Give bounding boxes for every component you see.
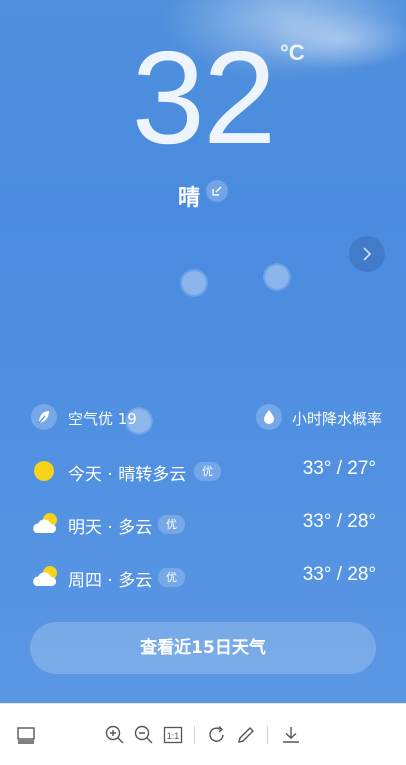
forecast-row-thursday[interactable]: 周四 · 多云 优 33° / 28° xyxy=(0,558,406,598)
touch-indicator xyxy=(265,265,289,289)
air-quality-badge: 优 xyxy=(158,515,185,534)
sun-icon xyxy=(30,458,60,484)
leaf-icon xyxy=(31,404,57,430)
actual-size-label: 1:1 xyxy=(167,731,180,741)
edit-icon[interactable] xyxy=(234,723,258,747)
current-temperature: 32 xyxy=(131,24,277,171)
view-15-day-forecast-button[interactable]: 查看近15日天气 xyxy=(30,622,376,674)
forecast-day-label: 今天 · 晴转多云 xyxy=(68,465,187,485)
rotate-icon[interactable] xyxy=(205,723,229,747)
forecast-day-label: 明天 · 多云 xyxy=(68,518,153,538)
partly-cloudy-icon xyxy=(30,564,60,590)
raindrop-icon xyxy=(256,404,282,430)
temperature-range: 33° / 27° xyxy=(302,458,376,479)
touch-indicator xyxy=(182,271,206,295)
temperature-range: 33° / 28° xyxy=(302,564,376,585)
edit-condition-icon[interactable] xyxy=(206,180,228,202)
info-row: 空气优 19 小时降水概率 xyxy=(0,403,406,433)
current-condition: 晴 xyxy=(177,186,200,211)
forecast-day-label: 周四 · 多云 xyxy=(68,571,153,591)
partly-cloudy-icon xyxy=(30,511,60,537)
next-page-button[interactable] xyxy=(349,236,385,272)
air-quality-label[interactable]: 空气优 19 xyxy=(68,408,137,429)
air-quality-badge: 优 xyxy=(194,462,221,481)
temperature-range: 33° / 28° xyxy=(302,511,376,532)
temperature-unit: °C xyxy=(280,40,305,65)
zoom-out-icon[interactable] xyxy=(132,723,156,747)
weather-screen: 32 °C 晴 空气优 19 小时降水概率 今天 · 晴转多云 优 33° / … xyxy=(0,0,406,703)
download-icon[interactable] xyxy=(279,723,303,747)
zoom-in-icon[interactable] xyxy=(103,723,127,747)
toolbar-divider xyxy=(267,726,268,744)
toolbar-divider xyxy=(194,726,195,744)
image-viewer-toolbar: 1:1 xyxy=(0,703,406,765)
gallery-icon[interactable] xyxy=(14,723,38,747)
air-quality-badge: 优 xyxy=(158,568,185,587)
current-condition-row: 晴 xyxy=(0,180,406,212)
forecast-row-today[interactable]: 今天 · 晴转多云 优 33° / 27° xyxy=(0,452,406,492)
precip-probability-label[interactable]: 小时降水概率 xyxy=(292,408,382,429)
forecast-row-tomorrow[interactable]: 明天 · 多云 优 33° / 28° xyxy=(0,505,406,545)
actual-size-icon[interactable]: 1:1 xyxy=(161,723,185,747)
